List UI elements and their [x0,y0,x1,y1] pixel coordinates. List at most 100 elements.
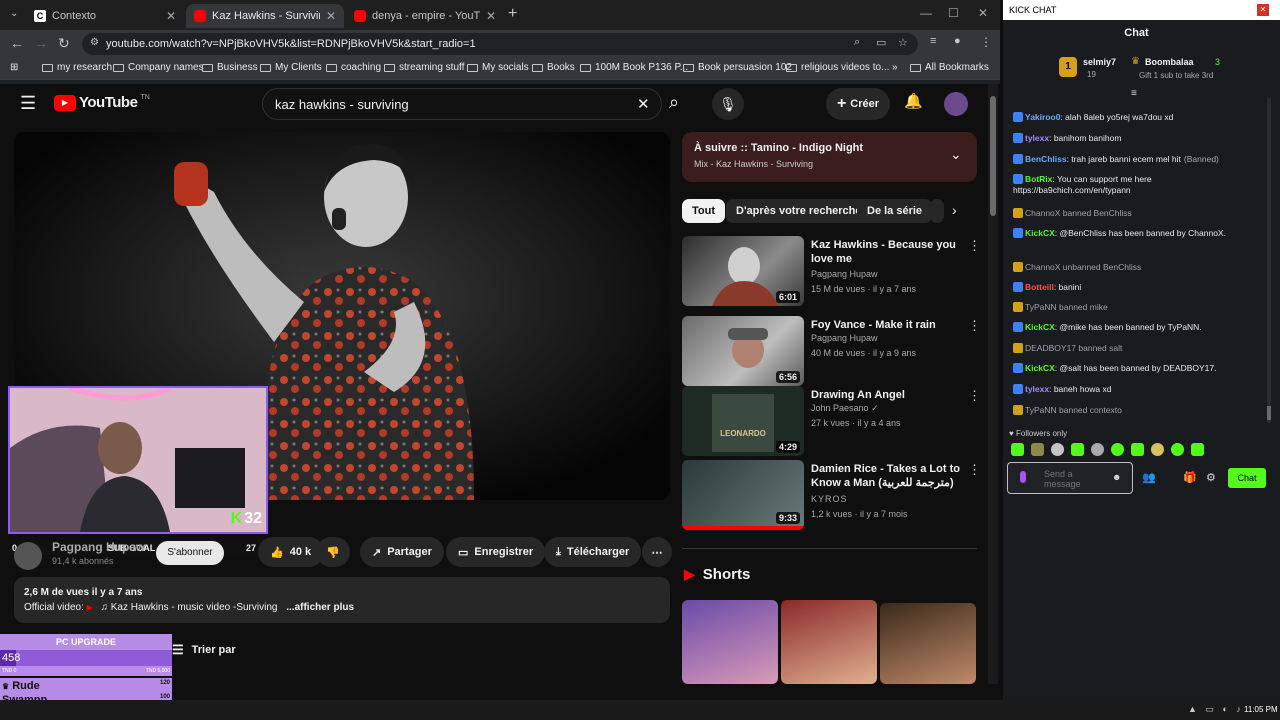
tab-kaz-hawkins[interactable]: Kaz Hawkins - Surviving - YouT ✕ [186,4,344,28]
apps-icon[interactable]: ⊞ [10,62,18,73]
video-thumbnail[interactable]: 6:56 [682,316,804,386]
share-button[interactable]: ↗ Partager [360,537,444,567]
chat-username[interactable]: KickCX [1025,363,1055,373]
bookmark-books[interactable]: Books [532,62,575,73]
emote-icon[interactable] [1131,443,1144,456]
save-button[interactable]: ▭ Enregistrer [446,537,546,567]
users-icon[interactable]: 👥 [1142,471,1156,484]
extensions-icon[interactable]: ≡ [930,35,936,47]
chip-series[interactable]: De la série [857,199,933,223]
menu-icon[interactable]: ⋮ [980,35,992,49]
bookmark-my-research[interactable]: my research [42,62,112,73]
emote-icon[interactable] [1031,443,1044,456]
close-window-icon[interactable]: ✕ [978,6,988,20]
reload-icon[interactable]: ↻ [58,35,70,52]
chevron-down-icon[interactable]: ⌄ [950,146,962,163]
search-icon[interactable]: ⌕ [669,92,679,113]
back-icon[interactable]: ← [10,35,24,51]
voice-search-icon[interactable]: 🎙 [712,88,744,120]
forward-icon[interactable]: → [34,35,48,51]
emote-icon[interactable] [1071,443,1084,456]
emoji-icon[interactable]: ☻ [1112,472,1121,482]
notifications-bell-icon[interactable]: 🔔 [904,92,923,110]
chat-username[interactable]: BenChliss [1025,154,1067,164]
bookmark-my-socials[interactable]: My socials [467,62,529,73]
channel-name[interactable]: Pagpang Hupaw [52,540,145,554]
chat-username[interactable]: tylexx [1025,384,1049,394]
more-actions-button[interactable]: ⋯ [642,537,672,567]
recommended-video[interactable]: 6:56 Foy Vance - Make it rain Pagpang Hu… [682,316,982,388]
close-chat-icon[interactable]: ✕ [1257,4,1269,16]
bookmark-religious-videos[interactable]: religious videos to... [786,62,889,73]
description-box[interactable]: 2,6 M de vues il y a 7 ans Official vide… [14,577,670,623]
chip-search-based[interactable]: D'après votre recherche [726,199,872,223]
bookmark-streaming-stuff[interactable]: streaming stuff [384,62,464,73]
create-button[interactable]: + Créer [826,88,890,120]
tab-search-icon[interactable]: ⌄ [10,8,18,19]
close-icon[interactable]: ✕ [486,9,496,23]
recommended-video[interactable]: 6:01 Kaz Hawkins - Because you love me P… [682,236,982,308]
site-info-icon[interactable]: ⚙ [90,37,99,48]
video-thumbnail[interactable]: 9:33 [682,460,804,530]
close-icon[interactable]: ✕ [166,9,176,23]
clear-search-icon[interactable]: ✕ [637,95,650,113]
chat-scrollbar[interactable] [1267,98,1271,423]
bookmarks-overflow-icon[interactable]: » [892,62,898,73]
emote-icon[interactable] [1051,443,1064,456]
microphone-icon[interactable] [1020,471,1026,483]
address-bar[interactable]: ⚙ youtube.com/watch?v=NPjBkoVHV5k&list=R… [82,33,918,55]
page-scrollbar[interactable] [988,84,998,684]
more-vertical-icon[interactable]: ⋮ [968,318,981,334]
system-tray-icons[interactable]: ▲ ▭ ◐ ♪ [1188,704,1244,715]
chat-username[interactable]: Yakiroo0 [1025,112,1060,122]
chat-input[interactable]: Send a message ☻ [1007,462,1133,494]
bookmark-100m-book[interactable]: 100M Book P136 P... [580,62,688,73]
chat-username[interactable]: BotRix [1025,174,1052,184]
youtube-logo[interactable]: ▶ YouTube TN [54,94,150,111]
bookmark-book-persuasion[interactable]: Book persuasion 102 [683,62,792,73]
dislike-button[interactable]: 👎 [316,537,350,567]
bookmark-my-clients[interactable]: My Clients [260,62,322,73]
chat-username[interactable]: Botteill [1025,282,1054,292]
new-tab-icon[interactable]: + [508,5,517,23]
video-thumbnail[interactable]: 6:01 [682,236,804,306]
emote-icon[interactable] [1091,443,1104,456]
emote-icon[interactable] [1191,443,1204,456]
chat-username[interactable]: KickCX [1025,322,1055,332]
minimize-icon[interactable]: — [920,6,932,20]
description-link[interactable]: Kaz Hawkins - music video -Surviving [111,602,278,613]
sort-by-button[interactable]: ☰ Trier par [172,642,236,658]
download-button[interactable]: ⤓ Télécharger [544,537,642,567]
cast-icon[interactable]: ▭ [876,36,886,49]
subscribe-button[interactable]: S'abonner [156,541,224,565]
emote-icon[interactable] [1151,443,1164,456]
emote-icon[interactable] [1011,443,1024,456]
short-thumbnail[interactable] [880,603,976,684]
more-vertical-icon[interactable]: ⋮ [968,238,981,254]
all-bookmarks[interactable]: All Bookmarks [910,62,989,73]
emote-icon[interactable] [1111,443,1124,456]
zoom-icon[interactable]: ⌕ [854,36,860,49]
emote-icon[interactable] [1171,443,1184,456]
up-next-panel[interactable]: À suivre :: Tamino - Indigo Night Mix - … [682,132,977,182]
gift-sub-icon[interactable]: 🎁 [1183,471,1197,484]
show-more-link[interactable]: ...afficher plus [286,602,354,613]
chat-username[interactable]: KickCX [1025,228,1055,238]
tab-contexto[interactable]: C Contexto ✕ [26,4,184,28]
like-button[interactable]: 👍 40 k [258,537,324,567]
hamburger-menu-icon[interactable]: ☰ [20,93,36,114]
more-vertical-icon[interactable]: ⋮ [968,388,981,404]
channel-avatar[interactable] [14,542,42,570]
close-icon[interactable]: ✕ [326,9,336,23]
video-thumbnail[interactable]: LEONARDO 4:29 [682,386,804,456]
scrollbar-thumb[interactable] [1267,406,1271,420]
chip-tout[interactable]: Tout [682,199,726,223]
short-thumbnail[interactable] [781,600,877,684]
settings-gear-icon[interactable]: ⚙ [1206,471,1216,484]
chip-more[interactable] [930,199,944,223]
scrollbar-thumb[interactable] [990,96,996,216]
more-vertical-icon[interactable]: ⋮ [968,462,981,478]
maximize-icon[interactable]: ☐ [948,6,959,20]
chat-username[interactable]: tylexx [1025,133,1049,143]
bookmark-company-names[interactable]: Company names [113,62,204,73]
